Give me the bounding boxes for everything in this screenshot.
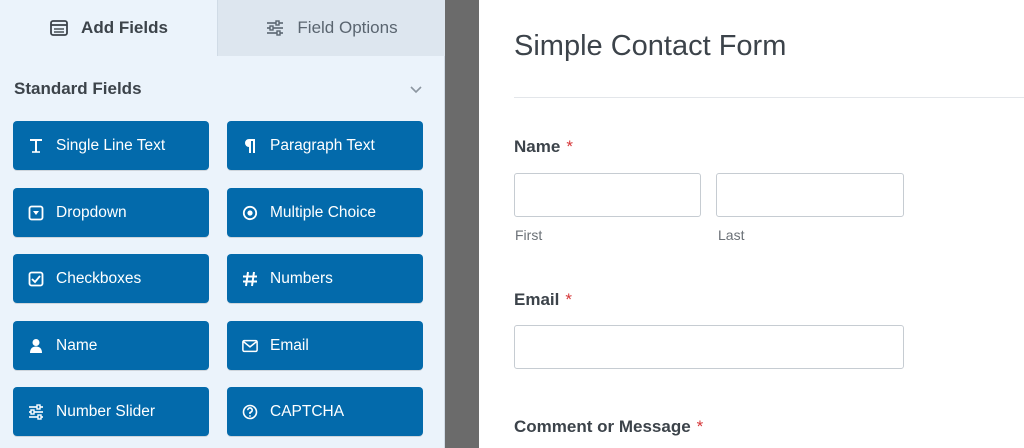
dropdown-icon: [28, 205, 44, 221]
comment-label-text: Comment or Message: [514, 417, 691, 436]
field-button-checkboxes[interactable]: Checkboxes: [13, 254, 209, 303]
field-button-numbers[interactable]: Numbers: [227, 254, 423, 303]
field-button-multiple-choice[interactable]: Multiple Choice: [227, 188, 423, 237]
form-preview: Simple Contact Form Name * First Last Ema…: [479, 0, 1024, 448]
field-button-captcha[interactable]: CAPTCHA: [227, 387, 423, 436]
email-input[interactable]: [514, 325, 904, 369]
required-asterisk: *: [566, 137, 573, 156]
field-button-label: Paragraph Text: [270, 136, 375, 154]
field-button-label: Checkboxes: [56, 269, 142, 287]
title-divider: [514, 97, 1024, 98]
name-label-text: Name: [514, 137, 561, 156]
field-button-label: Single Line Text: [56, 136, 166, 154]
email-label-text: Email: [514, 290, 560, 309]
chevron-down-icon[interactable]: [408, 81, 424, 97]
text-icon: [28, 138, 44, 154]
field-button-name[interactable]: Name: [13, 321, 209, 370]
last-sublabel: Last: [718, 227, 745, 243]
field-button-label: Dropdown: [56, 203, 127, 221]
form-title: Simple Contact Form: [514, 30, 787, 62]
field-button-email[interactable]: Email: [227, 321, 423, 370]
field-button-dropdown[interactable]: Dropdown: [13, 188, 209, 237]
user-icon: [28, 338, 44, 354]
sliders-icon: [28, 403, 44, 420]
field-button-label: Numbers: [270, 269, 333, 287]
envelope-icon: [242, 338, 258, 354]
pilcrow-icon: [242, 138, 258, 154]
field-button-single-line-text[interactable]: Single Line Text: [13, 121, 209, 170]
checkbox-icon: [28, 271, 44, 287]
section-title: Standard Fields: [14, 79, 142, 98]
tab-field-options[interactable]: Field Options: [218, 0, 445, 56]
first-sublabel: First: [515, 227, 543, 243]
field-button-label: Name: [56, 336, 98, 354]
last-name-input[interactable]: [716, 173, 904, 217]
hash-icon: [242, 271, 258, 287]
field-button-label: CAPTCHA: [270, 402, 345, 420]
required-asterisk: *: [696, 417, 704, 436]
field-button-number-slider[interactable]: Number Slider: [13, 387, 209, 436]
comment-field-label[interactable]: Comment or Message *: [514, 417, 703, 437]
email-field-label[interactable]: Email *: [514, 290, 572, 310]
first-name-input[interactable]: [514, 173, 701, 217]
radio-icon: [242, 205, 258, 221]
sliders-icon: [265, 18, 285, 38]
panel-tabs: Add Fields Field Options: [0, 0, 445, 56]
tab-field-options-label: Field Options: [297, 18, 398, 37]
name-field-label[interactable]: Name *: [514, 137, 573, 157]
tab-add-fields[interactable]: Add Fields: [0, 0, 218, 56]
field-button-paragraph-text[interactable]: Paragraph Text: [227, 121, 423, 170]
field-button-label: Number Slider: [56, 402, 156, 420]
question-circle-icon: [242, 404, 258, 420]
list-icon: [49, 18, 69, 38]
field-button-label: Email: [270, 336, 309, 354]
fields-panel: Add Fields Field Options Standard Fields…: [0, 0, 445, 448]
required-asterisk: *: [565, 290, 572, 309]
standard-fields-header[interactable]: Standard Fields: [14, 78, 424, 100]
field-button-label: Multiple Choice: [270, 203, 376, 221]
panel-divider: [445, 0, 479, 448]
tab-add-fields-label: Add Fields: [81, 18, 168, 37]
